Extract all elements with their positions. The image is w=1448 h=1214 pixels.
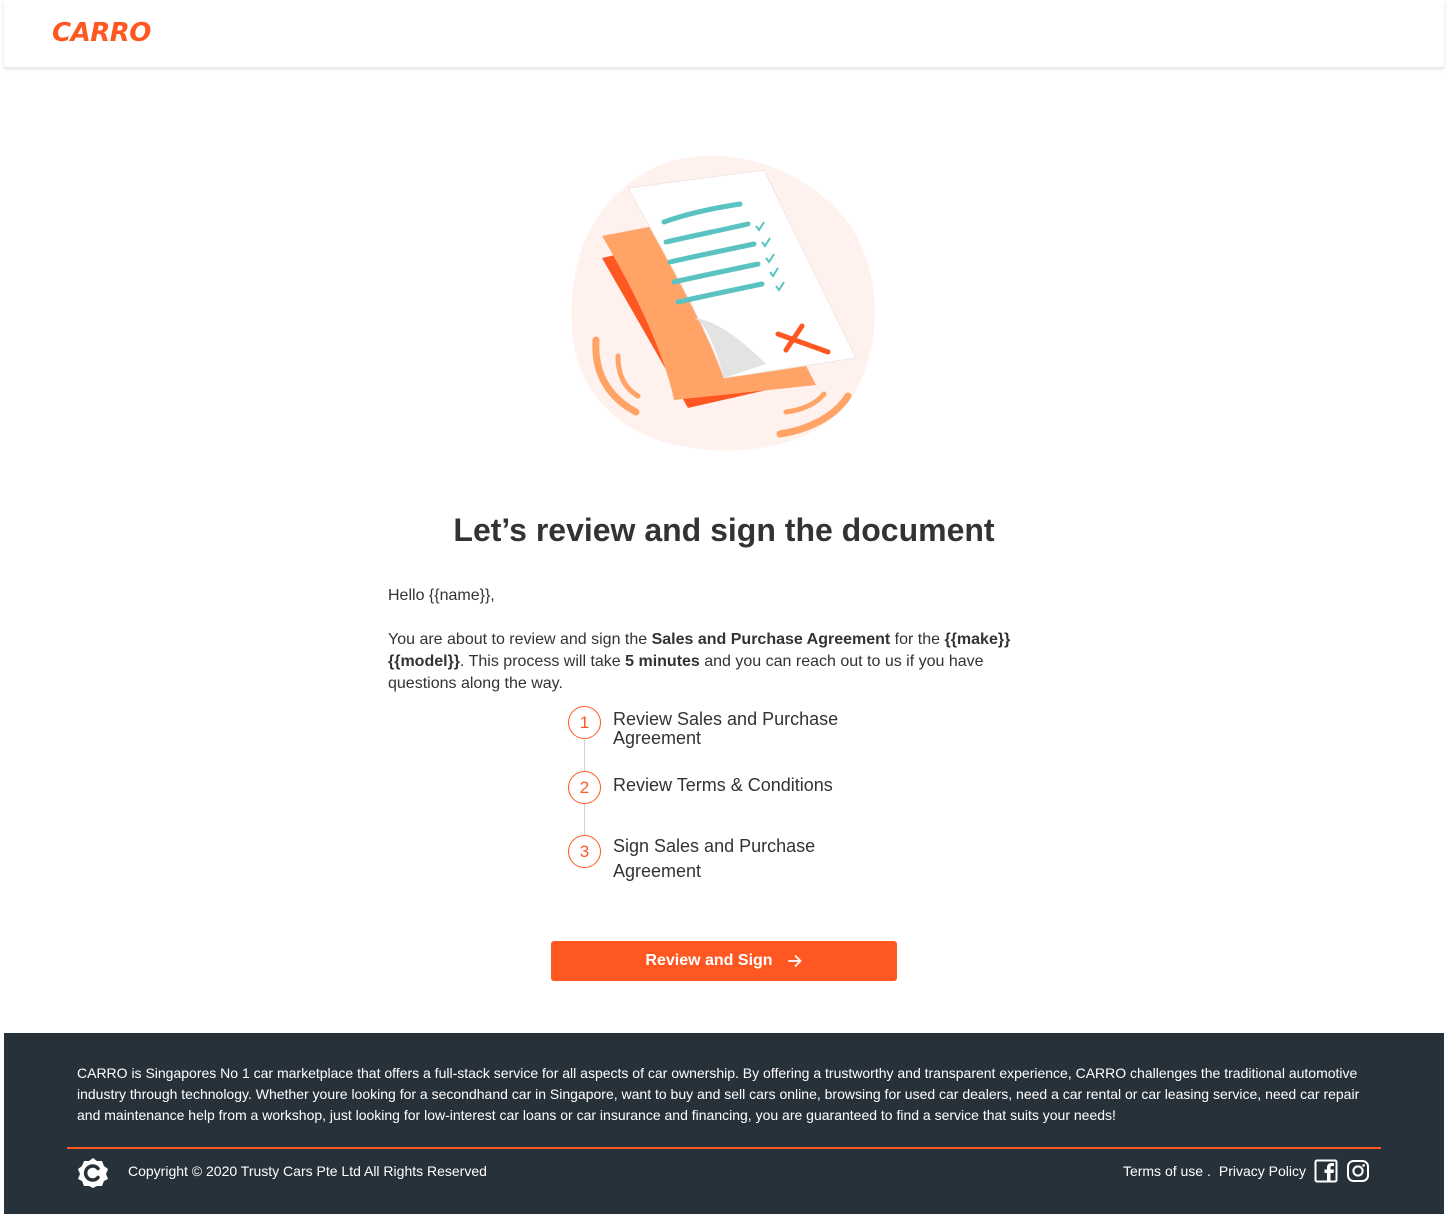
footer-links: Terms of use . Privacy Policy (1123, 1159, 1370, 1183)
arrow-right-icon (787, 955, 801, 967)
top-header: CARRO (4, 0, 1444, 67)
steps-list: 1 Review Sales and Purchase Agreement 2 … (568, 706, 868, 896)
step-number-1: 1 (568, 706, 601, 739)
terms-of-use-link[interactable]: Terms of use . (1123, 1163, 1211, 1179)
carro-badge-icon (78, 1158, 108, 1188)
document-illustration (566, 150, 882, 460)
intro-text-1: You are about to review and sign the (388, 631, 652, 648)
copyright-text: Copyright © 2020 Trusty Cars Pte Ltd All… (128, 1163, 487, 1179)
intro-text-3: . This process will take (460, 653, 626, 670)
facebook-icon[interactable] (1314, 1159, 1338, 1183)
step-number-3: 3 (568, 835, 601, 868)
page-title: Let’s review and sign the document (453, 512, 995, 548)
agreement-name: Sales and Purchase Agreement (651, 631, 891, 648)
review-and-sign-label: Review and Sign (645, 952, 773, 969)
step-number-2: 2 (568, 771, 601, 804)
step-label-2: Review Terms & Conditions (613, 775, 833, 795)
duration: 5 minutes (625, 653, 700, 670)
greeting: Hello {{name}}, (388, 587, 495, 604)
intro-text-2: for the (890, 631, 945, 648)
instagram-icon[interactable] (1346, 1159, 1370, 1183)
step-label-1: Review Sales and Purchase Agreement (613, 709, 839, 748)
review-and-sign-button[interactable]: Review and Sign (551, 941, 897, 981)
footer-divider (67, 1147, 1381, 1149)
carro-logo[interactable]: CARRO (52, 18, 151, 48)
intro-paragraph: You are about to review and sign the Sal… (388, 629, 1048, 695)
site-footer: CARRO is Singapores No 1 car marketplace… (4, 1033, 1444, 1214)
privacy-policy-link[interactable]: Privacy Policy (1219, 1163, 1306, 1179)
intro-text: Hello {{name}}, You are about to review … (388, 585, 1048, 695)
about-text: CARRO is Singapores No 1 car marketplace… (77, 1065, 1360, 1123)
step-label-3: Sign Sales and Purchase Agreement (613, 836, 816, 881)
